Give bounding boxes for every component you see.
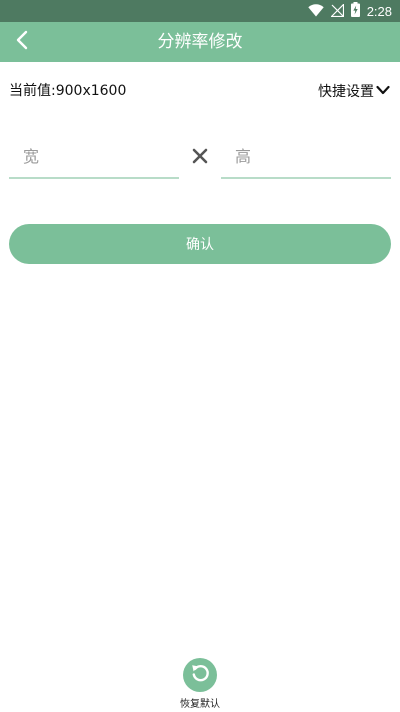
confirm-button[interactable]: 确认: [9, 224, 391, 264]
width-input[interactable]: [9, 136, 179, 176]
status-icons: 2:28: [307, 0, 392, 22]
times-icon: [189, 145, 211, 167]
chevron-down-icon: [376, 83, 390, 99]
app-bar: 分辨率修改: [0, 22, 400, 62]
restore-circle: [183, 658, 217, 692]
quick-settings-dropdown[interactable]: 快捷设置: [318, 80, 390, 102]
restore-icon: [189, 662, 211, 688]
restore-default-label: 恢复默认: [180, 699, 220, 710]
height-field: [221, 136, 391, 179]
battery-charging-icon: [350, 1, 360, 21]
chevron-left-icon: [15, 30, 29, 54]
height-input[interactable]: [221, 136, 391, 176]
status-bar: 2:28: [0, 0, 400, 22]
confirm-label: 确认: [186, 237, 214, 253]
status-time: 2:28: [366, 3, 392, 19]
signal-icon: [329, 2, 344, 21]
current-resolution: 当前值:900x1600: [9, 83, 127, 99]
page-title: 分辨率修改: [157, 32, 243, 52]
restore-default-button[interactable]: 恢复默认: [176, 658, 224, 710]
back-button[interactable]: [8, 28, 36, 56]
wifi-icon: [307, 2, 324, 21]
quick-settings-label: 快捷设置: [318, 84, 374, 100]
width-field: [9, 136, 179, 179]
